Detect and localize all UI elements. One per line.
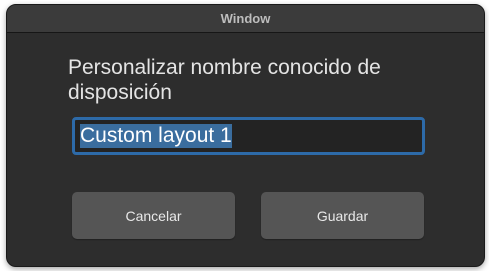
save-button[interactable]: Guardar — [261, 192, 424, 239]
dialog-heading: Personalizar nombre conocido de disposic… — [68, 56, 381, 104]
cancel-button[interactable]: Cancelar — [72, 192, 235, 239]
dialog-window: Window Personalizar nombre conocido de d… — [6, 4, 485, 267]
layout-name-input[interactable] — [72, 117, 425, 155]
window-titlebar[interactable]: Window — [7, 5, 484, 33]
window-title: Window — [220, 11, 271, 26]
